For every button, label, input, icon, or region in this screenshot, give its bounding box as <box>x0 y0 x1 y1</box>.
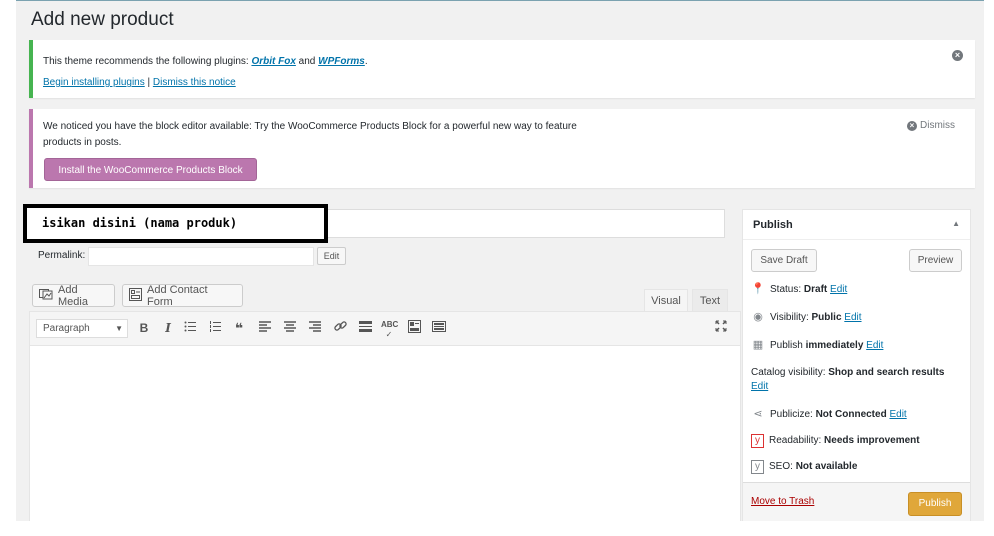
editor-toolbar: Paragraph ▼ B I ❝ ABC ✓ <box>30 312 740 346</box>
bold-icon[interactable]: B <box>136 320 152 337</box>
fullscreen-icon[interactable] <box>713 320 729 337</box>
contact-form-icon <box>129 287 142 304</box>
publish-panel-title: Publish <box>753 219 793 231</box>
schedule-row: ▦ Publish immediately Edit <box>752 339 884 351</box>
keyboard-icon[interactable] <box>431 320 447 337</box>
add-media-button[interactable]: Add Media <box>32 283 115 308</box>
publicize-row: ⋖ Publicize: Not Connected Edit <box>751 407 906 422</box>
dismiss-circle-icon: × <box>907 120 917 131</box>
eye-icon: ◉ <box>753 311 763 323</box>
plugins-notice-separator: | <box>144 77 153 88</box>
bullet-list-icon[interactable] <box>182 320 198 337</box>
yoast-grey-icon: y <box>751 460 764 474</box>
permalink-label: Permalink: <box>38 250 86 261</box>
woo-notice-line1: We noticed you have the block editor ava… <box>43 121 577 132</box>
align-left-icon[interactable] <box>257 320 273 337</box>
toolbar-toggle-icon[interactable] <box>406 320 422 337</box>
italic-icon[interactable]: I <box>160 320 176 337</box>
status-edit-link[interactable]: Edit <box>830 284 847 295</box>
move-to-trash-link[interactable]: Move to Trash <box>751 496 814 507</box>
status-row: 📍 Status: Draft Edit <box>751 283 848 295</box>
plugins-notice-text: This theme recommends the following plug… <box>43 54 368 70</box>
visibility-edit-link[interactable]: Edit <box>844 312 861 323</box>
page-title: Add new product <box>31 9 174 30</box>
add-contact-form-label: Add Contact Form <box>147 283 208 308</box>
spellcheck-icon[interactable]: ABC ✓ <box>381 320 398 339</box>
add-contact-form-button[interactable]: Add Contact Form <box>122 283 243 308</box>
woo-dismiss-label: Dismiss <box>920 120 955 131</box>
publish-panel: Publish ▲ Save Draft Preview 📍 Status: Dr… <box>742 209 971 521</box>
orbit-fox-link[interactable]: Orbit Fox <box>251 56 295 67</box>
plugins-notice-actions: Begin installing plugins | Dismiss this … <box>43 75 236 91</box>
plugins-notice-prefix: This theme recommends the following plug… <box>43 56 252 67</box>
publish-panel-header[interactable]: Publish ▲ <box>743 210 970 240</box>
align-right-icon[interactable] <box>307 320 323 337</box>
catalog-edit-link[interactable]: Edit <box>751 381 768 392</box>
schedule-edit-link[interactable]: Edit <box>866 340 883 351</box>
dismiss-notice-link[interactable]: Dismiss this notice <box>153 77 236 88</box>
visibility-row: ◉ Visibility: Public Edit <box>751 310 861 325</box>
title-annotation-box: isikan disini (nama produk) <box>23 204 328 243</box>
woo-dismiss-button[interactable]: × Dismiss <box>907 120 955 131</box>
woocommerce-notice: We noticed you have the block editor ava… <box>29 109 975 188</box>
add-media-label: Add Media <box>58 283 88 308</box>
plugins-notice-and: and <box>295 56 319 67</box>
permalink-edit-button[interactable]: Edit <box>317 247 346 265</box>
align-center-icon[interactable] <box>282 320 298 337</box>
content-editor[interactable]: Paragraph ▼ B I ❝ ABC ✓ <box>29 311 741 521</box>
tab-visual[interactable]: Visual <box>644 289 688 311</box>
tab-text[interactable]: Text <box>692 289 728 311</box>
woo-notice-line2: products in posts. <box>43 137 122 148</box>
install-woo-block-button[interactable]: Install the WooCommerce Products Block <box>44 158 257 181</box>
calendar-icon: ▦ <box>752 339 764 351</box>
publicize-edit-link[interactable]: Edit <box>889 409 906 420</box>
numbered-list-icon[interactable] <box>207 320 223 337</box>
top-divider <box>16 0 984 1</box>
preview-button[interactable]: Preview <box>909 249 962 272</box>
media-icon <box>39 288 53 303</box>
pin-icon: 📍 <box>751 283 765 295</box>
publish-actions: Move to Trash Publish <box>743 482 970 521</box>
format-select-value: Paragraph <box>43 323 90 334</box>
publish-button[interactable]: Publish <box>908 492 962 516</box>
catalog-visibility-row: Catalog visibility: Shop and search resu… <box>751 367 945 392</box>
blockquote-icon[interactable]: ❝ <box>231 320 247 337</box>
save-draft-button[interactable]: Save Draft <box>751 249 817 272</box>
yoast-red-icon: y <box>751 434 764 448</box>
notice-close-icon[interactable]: × <box>952 50 963 61</box>
wpforms-link[interactable]: WPForms <box>318 56 365 67</box>
readability-row: y Readability: Needs improvement <box>751 434 920 448</box>
plugins-notice: This theme recommends the following plug… <box>29 40 975 98</box>
share-icon: ⋖ <box>753 408 763 420</box>
collapse-arrow-icon[interactable]: ▲ <box>952 219 960 228</box>
link-icon[interactable] <box>332 320 348 337</box>
admin-canvas: Add new product This theme recommends th… <box>16 0 984 521</box>
seo-row: y SEO: Not available <box>751 460 857 474</box>
chevron-down-icon: ▼ <box>115 324 123 333</box>
format-select[interactable]: Paragraph ▼ <box>36 319 128 338</box>
begin-installing-link[interactable]: Begin installing plugins <box>43 77 145 88</box>
plugins-notice-period: . <box>364 56 368 67</box>
permalink-slug-field[interactable] <box>88 247 314 266</box>
read-more-icon[interactable] <box>357 320 373 337</box>
